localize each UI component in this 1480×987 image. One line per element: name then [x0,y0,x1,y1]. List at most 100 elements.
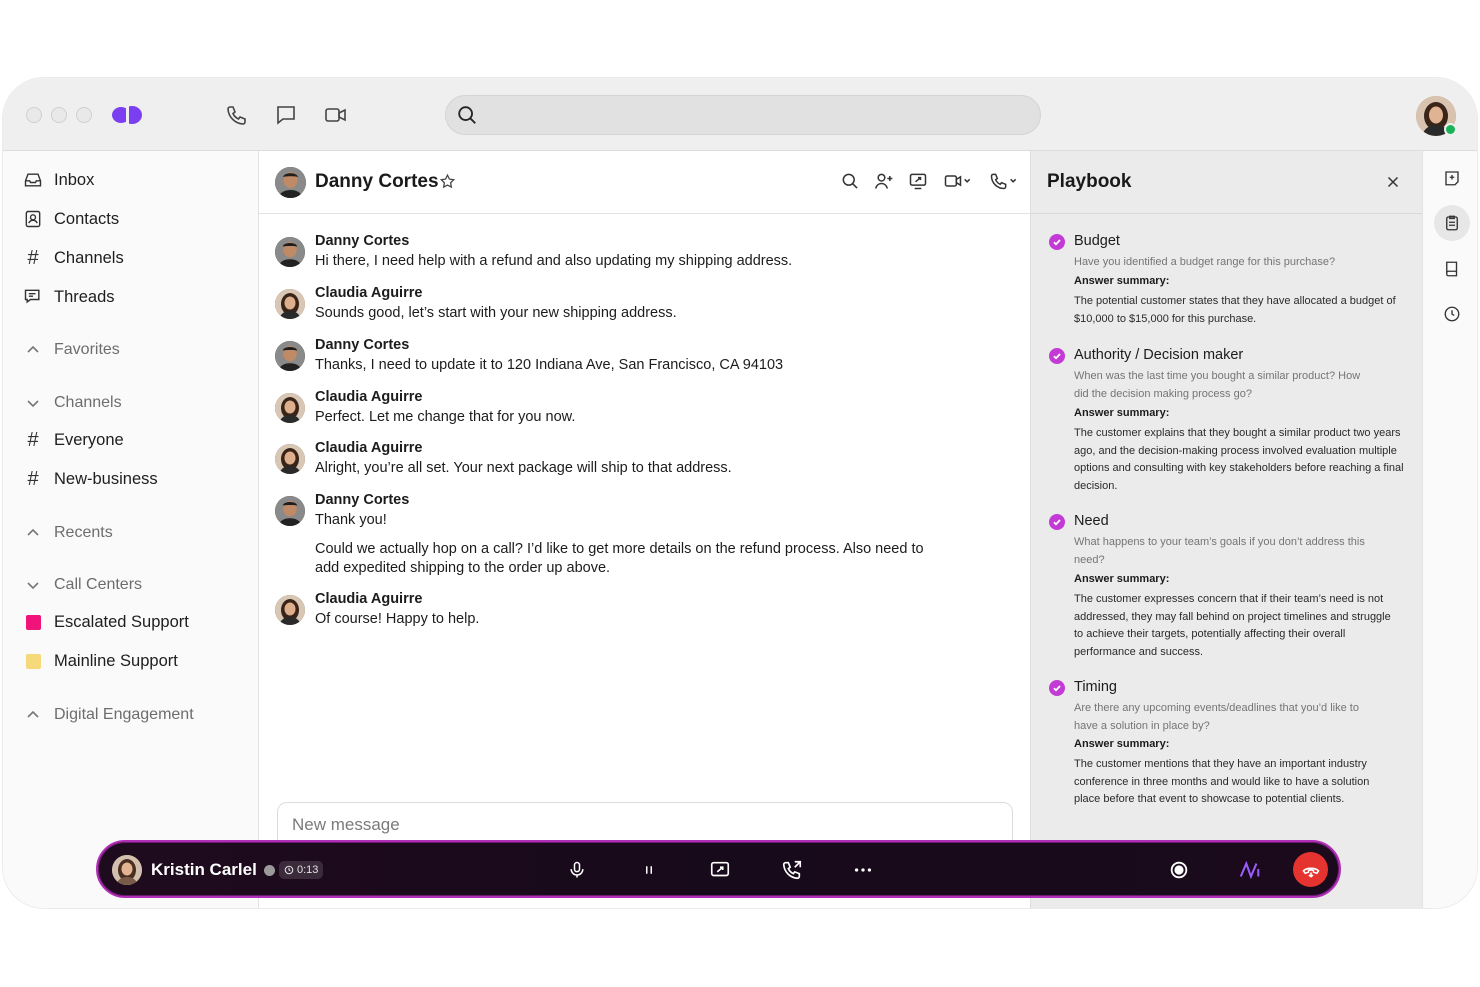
ai-assist-icon[interactable] [1238,859,1262,881]
composer-placeholder[interactable]: New message [292,815,400,835]
sidebar-item-escalated-support[interactable]: Escalated Support [23,610,189,634]
app-logo-icon [112,105,142,125]
sidebar-item-label: Mainline Support [54,651,178,670]
color-swatch [23,651,43,671]
close-icon[interactable] [1384,173,1402,191]
chat-icon[interactable] [274,103,298,127]
sidebar-item-label: Escalated Support [54,612,189,631]
end-call-button[interactable] [1293,852,1328,887]
clipboard-icon[interactable] [1434,205,1470,241]
message-avatar[interactable] [275,595,305,625]
sidebar-item-threads[interactable]: Threads [23,285,115,309]
message-avatar[interactable] [275,289,305,319]
playbook-item-question: What happens to your team’s goals if you… [1074,536,1365,566]
chat-toolbar [840,171,1020,191]
chevron-down-icon [23,396,43,410]
active-call-bar: Kristin Carlel 0:13 [96,840,1341,898]
sidebar-item-new-business[interactable]: # New-business [23,467,157,491]
answer-summary-text: The customer expresses concern that if t… [1074,593,1391,658]
maximize-window-button[interactable] [76,107,92,123]
book-icon[interactable] [1434,251,1470,287]
screen-share-icon[interactable] [709,859,731,881]
answer-summary-text: The potential customer states that they … [1074,295,1396,325]
section-digital-engagement[interactable]: Digital Engagement [23,704,194,726]
answer-summary-label: Answer summary: [1074,407,1170,419]
playbook-item-title: Authority / Decision maker [1074,347,1244,363]
playbook-header: Playbook [1031,151,1422,214]
answer-summary-text: The customer explains that they bought a… [1074,427,1404,492]
message-text: Alright, you’re all set. Your next packa… [315,460,732,476]
chevron-down-icon [23,578,43,592]
phone-dropdown-icon[interactable] [988,171,1020,191]
message-avatar[interactable] [275,496,305,526]
section-channels[interactable]: Channels [23,392,122,414]
contact-name: Danny Cortes [315,171,439,192]
call-timer: 0:13 [279,861,324,879]
section-label: Favorites [54,341,120,358]
screen-share-icon[interactable] [908,171,928,191]
color-swatch [23,612,43,632]
message-avatar[interactable] [275,393,305,423]
timer-icon [284,865,294,875]
search-icon[interactable] [840,171,860,191]
video-icon[interactable] [324,103,348,127]
sidebar-item-contacts[interactable]: Contacts [23,207,119,231]
call-timer-value: 0:13 [297,864,319,876]
global-search-input[interactable] [445,95,1041,135]
sidebar-item-label: Threads [54,287,115,306]
answer-summary-label: Answer summary: [1074,275,1170,287]
caller-avatar[interactable] [112,855,142,885]
hash-icon: # [27,467,39,490]
contact-avatar-image [275,167,306,198]
add-note-icon[interactable] [1434,160,1470,196]
contact-avatar[interactable] [275,167,306,198]
section-favorites[interactable]: Favorites [23,339,120,361]
section-label: Call Centers [54,576,143,593]
sidebar-item-channels[interactable]: # Channels [23,246,123,270]
sidebar-item-label: Everyone [54,430,124,449]
microphone-icon[interactable] [567,859,587,881]
playbook-item-title: Timing [1074,679,1117,695]
sidebar: Inbox Contacts # Channels Threads Favori… [3,151,259,908]
minimize-window-button[interactable] [51,107,67,123]
clock-icon[interactable] [1434,296,1470,332]
online-status-indicator [1444,123,1457,136]
sidebar-item-label: Inbox [54,170,95,189]
video-dropdown-icon[interactable] [942,171,974,191]
check-icon [1049,234,1065,250]
sidebar-item-everyone[interactable]: # Everyone [23,428,124,452]
answer-summary-label: Answer summary: [1074,573,1170,585]
star-icon[interactable] [439,173,456,190]
add-person-icon[interactable] [874,171,894,191]
caller-avatar-image [112,855,142,885]
more-options-icon[interactable] [852,859,874,881]
playbook-panel: Playbook Budget Have you identified a bu… [1030,151,1422,908]
close-window-button[interactable] [26,107,42,123]
message-author: Claudia Aguirre [315,285,423,301]
pause-icon[interactable] [640,859,658,881]
sidebar-item-mainline-support[interactable]: Mainline Support [23,649,178,673]
message-avatar[interactable] [275,444,305,474]
section-recents[interactable]: Recents [23,522,113,544]
record-icon[interactable] [1168,859,1190,881]
chevron-up-icon [23,526,43,540]
search-icon [458,106,476,124]
transfer-call-icon[interactable] [781,859,803,881]
sidebar-item-label: Contacts [54,209,120,228]
phone-icon[interactable] [225,103,249,127]
caller-name: Kristin Carlel [151,860,257,879]
hang-up-icon [1301,867,1320,878]
right-rail [1422,151,1477,908]
sidebar-item-inbox[interactable]: Inbox [23,168,94,192]
message-avatar[interactable] [275,341,305,371]
hash-icon: # [27,246,39,269]
message-text: Could we actually hop on a call? I’d lik… [315,541,924,576]
chevron-up-icon [23,343,43,357]
section-label: Channels [54,394,122,411]
check-icon [1049,348,1065,364]
section-call-centers[interactable]: Call Centers [23,574,142,596]
info-icon[interactable] [264,865,275,876]
message-avatar[interactable] [275,237,305,267]
chat-panel: Danny Cortes Danny Cortes Hi there, I ne… [259,151,1030,908]
hash-icon: # [27,428,39,451]
